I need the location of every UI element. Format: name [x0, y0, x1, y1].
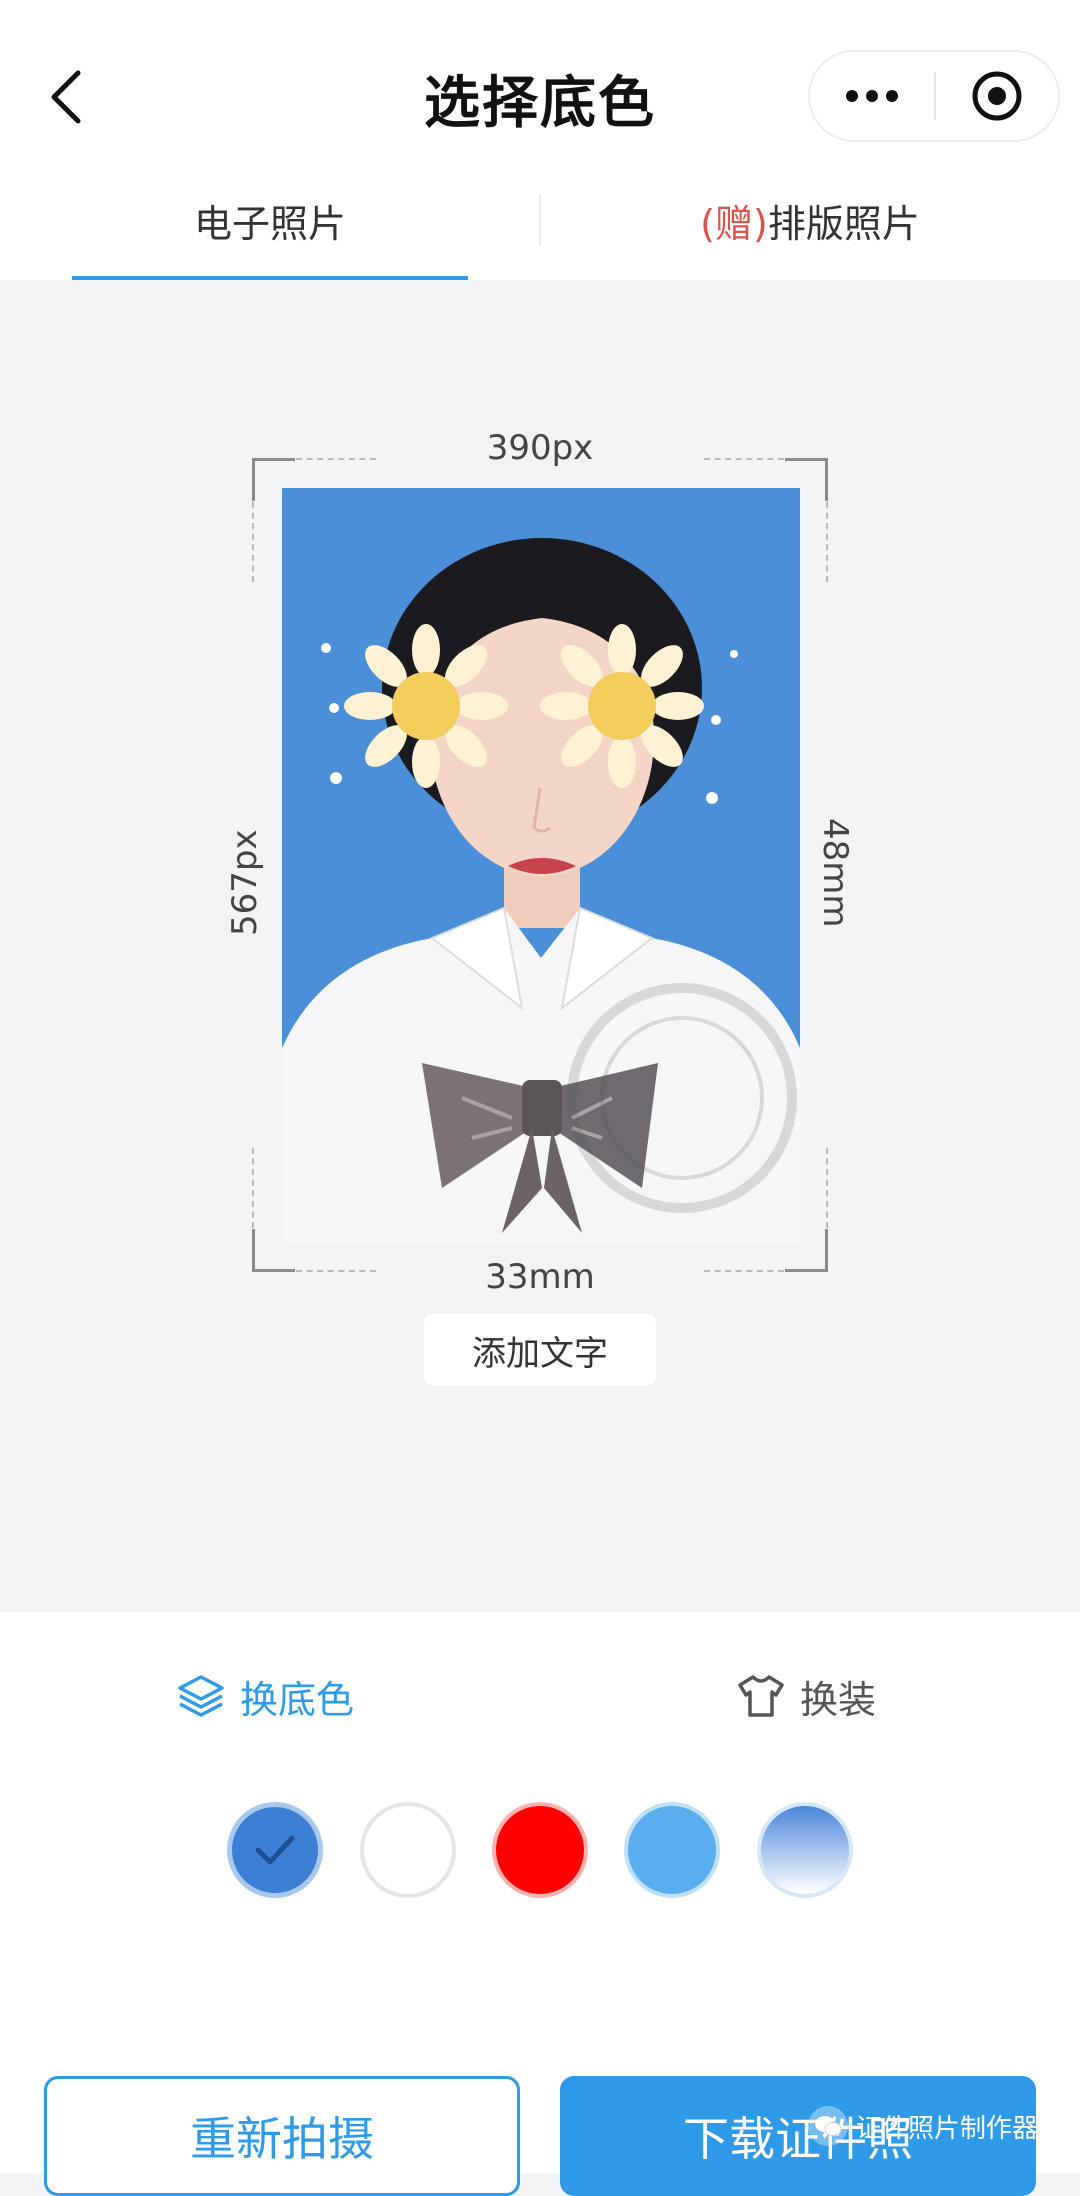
gift-badge: (赠)	[700, 201, 768, 246]
background-color-swatches	[0, 1802, 1080, 1902]
wechat-icon	[808, 2106, 848, 2146]
frame-dash	[252, 1148, 254, 1228]
frame-dash	[826, 1148, 828, 1228]
height-mm-label: 48mm	[815, 818, 855, 928]
change-background-tab[interactable]: 换底色	[176, 1658, 354, 1734]
close-miniprogram-button[interactable]	[936, 52, 1058, 140]
change-background-label: 换底色	[240, 1677, 355, 1722]
retake-button[interactable]: 重新拍摄	[44, 2076, 520, 2196]
frame-dash	[296, 1270, 376, 1272]
swatch-blue-gradient[interactable]	[757, 1802, 853, 1898]
swatch-red[interactable]	[492, 1802, 588, 1898]
frame-dash	[704, 1270, 784, 1272]
target-icon	[972, 71, 1022, 121]
width-mm-label: 33mm	[485, 1257, 595, 1297]
swatch-blue[interactable]	[227, 1802, 323, 1898]
photo-type-tabs: 电子照片 (赠) 排版照片	[0, 160, 1080, 282]
id-photo[interactable]	[282, 488, 800, 1244]
watermark: 证件照片制作器	[808, 2104, 1038, 2148]
change-clothes-tab[interactable]: 换装	[736, 1658, 876, 1734]
portrait-illustration	[282, 538, 800, 1244]
edit-panel: 换底色 换装 重新拍摄 下载证件照	[0, 1612, 1080, 2196]
frame-dash	[296, 458, 376, 460]
tab-electronic-label: 电子照片	[193, 201, 346, 246]
tab-electronic-photo[interactable]: 电子照片	[0, 160, 540, 280]
mini-program-capsule	[808, 50, 1060, 142]
tshirt-icon	[738, 1675, 784, 1717]
check-icon	[255, 1835, 295, 1865]
swatch-light-blue[interactable]	[624, 1802, 720, 1898]
add-text-button[interactable]: 添加文字	[424, 1314, 656, 1386]
more-button[interactable]	[810, 52, 934, 140]
frame-dash	[252, 502, 254, 582]
width-px-label: 390px	[486, 428, 594, 468]
frame-dash	[704, 458, 784, 460]
more-dots-icon	[846, 90, 898, 102]
swatch-white[interactable]	[360, 1802, 456, 1898]
top-bar: 选择底色	[0, 0, 1080, 160]
change-clothes-label: 换装	[800, 1677, 877, 1722]
watermark-text: 证件照片制作器	[856, 2113, 1039, 2144]
tab-layout-photo[interactable]: (赠) 排版照片	[540, 160, 1080, 280]
tab-layout-label: 排版照片	[767, 201, 920, 246]
layers-icon	[178, 1675, 224, 1717]
height-px-label: 567px	[225, 829, 265, 936]
frame-dash	[826, 502, 828, 582]
